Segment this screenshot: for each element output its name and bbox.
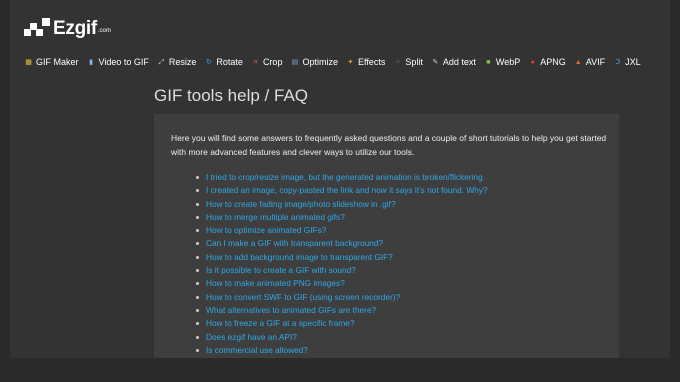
logo-mark-icon xyxy=(24,18,50,38)
video-icon: ▮ xyxy=(89,58,93,66)
nav-item-optimize[interactable]: ▤ Optimize xyxy=(290,57,338,67)
faq-list-item: How to convert SWF to GIF (using screen … xyxy=(196,291,488,304)
nav-item-label: Add text xyxy=(442,57,476,67)
nav-item-resize[interactable]: ⤢ Resize xyxy=(157,57,197,67)
faq-list-item: How to add background image to transpare… xyxy=(196,251,488,264)
split-icon: ⁘ xyxy=(394,58,401,66)
effects-icon: ✦ xyxy=(347,58,354,66)
nav-item-label: AVIF xyxy=(585,57,606,67)
faq-link[interactable]: I tried to crop/resize image, but the ge… xyxy=(206,172,483,182)
nav-item-rotate[interactable]: ↻ Rotate xyxy=(204,57,243,67)
avif-icon: ▲ xyxy=(574,58,582,66)
page-container: Ezgif .com ▦ GIF Maker ▮ Video to GIF ⤢ Resiz… xyxy=(10,0,670,358)
page-title: GIF tools help / FAQ xyxy=(154,86,309,105)
nav-item-gif-maker[interactable]: ▦ GIF Maker xyxy=(24,57,79,67)
nav-item-crop[interactable]: ⌗ Crop xyxy=(251,57,283,67)
faq-list: I tried to crop/resize image, but the ge… xyxy=(196,171,488,357)
nav-item-label: Split xyxy=(405,57,423,67)
faq-list-item: Does ezgif have an API? xyxy=(196,331,488,344)
nav-item-label: Rotate xyxy=(216,57,243,67)
faq-link[interactable]: Is it possible to create a GIF with soun… xyxy=(206,265,356,275)
faq-list-item: I tried to crop/resize image, but the ge… xyxy=(196,171,488,184)
faq-link[interactable]: How to make animated PNG images? xyxy=(206,278,345,288)
add-text-icon: ✎ xyxy=(432,58,439,66)
faq-link[interactable]: Can I make a GIF with transparent backgr… xyxy=(206,238,383,248)
faq-list-item: Can I make a GIF with transparent backgr… xyxy=(196,237,488,250)
apng-icon: ● xyxy=(530,58,535,66)
faq-list-item: How to freeze a GIF at a specific frame? xyxy=(196,317,488,330)
resize-icon: ⤢ xyxy=(158,58,165,66)
faq-content-box: Here you will find some answers to frequ… xyxy=(154,114,619,358)
faq-list-item: Is it possible to create a GIF with soun… xyxy=(196,264,488,277)
nav-item-label: Crop xyxy=(262,57,283,67)
faq-link[interactable]: How to convert SWF to GIF (using screen … xyxy=(206,292,400,302)
faq-list-item: Is commercial use allowed? xyxy=(196,344,488,357)
nav-item-label: Resize xyxy=(168,57,197,67)
nav-item-apng[interactable]: ● APNG xyxy=(528,57,566,67)
site-logo[interactable]: Ezgif .com xyxy=(24,16,111,40)
faq-link[interactable]: How to add background image to transpare… xyxy=(206,252,393,262)
crop-icon: ⌗ xyxy=(253,58,258,66)
nav-item-webp[interactable]: ■ WebP xyxy=(484,57,520,67)
nav-item-jxl[interactable]: ℑ JXL xyxy=(613,57,641,67)
nav-item-label: APNG xyxy=(540,57,566,67)
faq-link[interactable]: How to freeze a GIF at a specific frame? xyxy=(206,318,354,328)
faq-link[interactable]: What alternatives to animated GIFs are t… xyxy=(206,305,376,315)
optimize-icon: ▤ xyxy=(291,58,299,66)
main-nav: ▦ GIF Maker ▮ Video to GIF ⤢ Resize ↻ Rotate ⌗ Cr… xyxy=(24,55,649,69)
faq-list-item: How to make animated PNG images? xyxy=(196,277,488,290)
logo-suffix: .com xyxy=(97,28,111,34)
nav-item-effects[interactable]: ✦ Effects xyxy=(346,57,386,67)
nav-item-label: Optimize xyxy=(302,57,338,67)
nav-item-avif[interactable]: ▲ AVIF xyxy=(574,57,605,67)
faq-list-item: I created an image, copy-pasted the link… xyxy=(196,184,488,197)
nav-item-label: Video to GIF xyxy=(98,57,149,67)
nav-item-split[interactable]: ⁘ Split xyxy=(393,57,423,67)
faq-link[interactable]: Is commercial use allowed? xyxy=(206,345,308,355)
nav-item-label: JXL xyxy=(625,57,641,67)
gif-maker-icon: ▦ xyxy=(25,58,32,66)
faq-link[interactable]: How to merge multiple animated gifs? xyxy=(206,212,345,222)
webp-icon: ■ xyxy=(486,58,491,66)
nav-item-add-text[interactable]: ✎ Add text xyxy=(431,57,476,67)
logo-text: Ezgif xyxy=(53,17,97,39)
intro-text: Here you will find some answers to frequ… xyxy=(171,133,607,157)
faq-link[interactable]: Does ezgif have an API? xyxy=(206,332,297,342)
faq-link[interactable]: How to optimize animated GIFs? xyxy=(206,225,326,235)
faq-link[interactable]: I created an image, copy-pasted the link… xyxy=(206,185,488,195)
nav-item-label: GIF Maker xyxy=(36,57,79,67)
faq-list-item: How to optimize animated GIFs? xyxy=(196,224,488,237)
rotate-icon: ↻ xyxy=(205,58,212,66)
nav-item-label: Effects xyxy=(357,57,386,67)
faq-list-item: What alternatives to animated GIFs are t… xyxy=(196,304,488,317)
jxl-icon: ℑ xyxy=(615,58,621,66)
faq-list-item: How to create fading image/photo slidesh… xyxy=(196,198,488,211)
faq-list-item: How to merge multiple animated gifs? xyxy=(196,211,488,224)
nav-item-video[interactable]: ▮ Video to GIF xyxy=(87,57,149,67)
nav-item-label: WebP xyxy=(495,57,521,67)
faq-link[interactable]: How to create fading image/photo slidesh… xyxy=(206,199,396,209)
